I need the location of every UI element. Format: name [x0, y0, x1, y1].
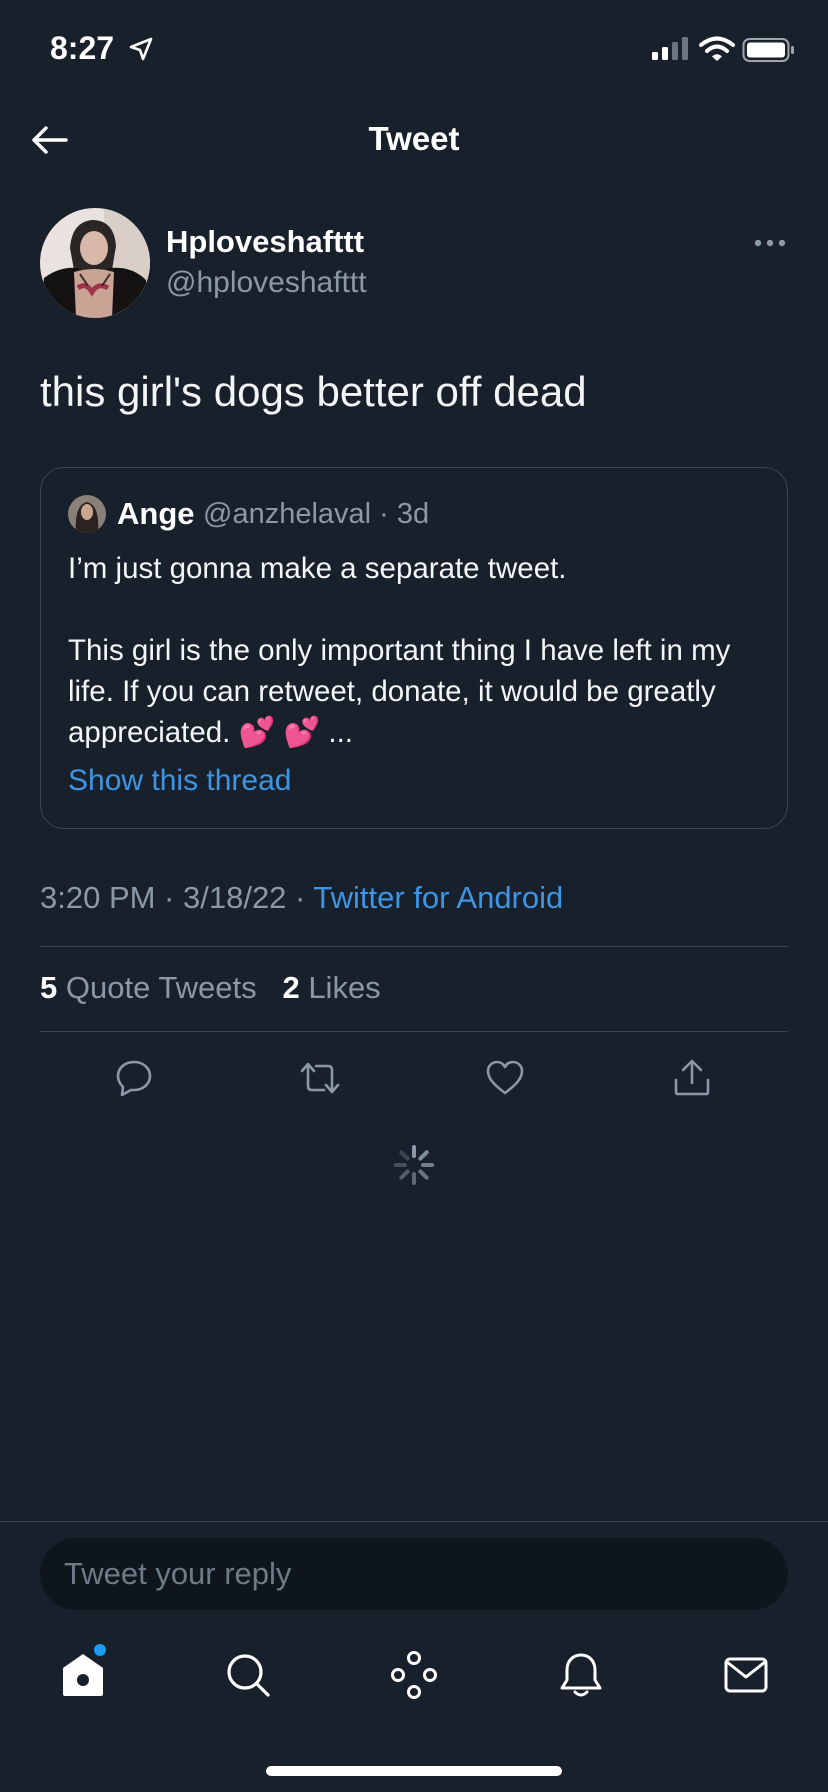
reply-icon[interactable] [114, 1058, 154, 1098]
tweet-timestamp-line: 3:20 PM · 3/18/22 · Twitter for Android [40, 880, 563, 916]
home-notification-dot [94, 1644, 106, 1656]
quoted-tweet-card[interactable]: Ange @anzhelaval · 3d I’m just gonna mak… [40, 467, 788, 829]
quoted-display-name: Ange [117, 496, 195, 531]
quoted-tweet-text: I’m just gonna make a separate tweet. Th… [68, 552, 731, 749]
display-name[interactable]: Hploveshafttt [166, 224, 364, 260]
tweet-timestamp: 3:20 PM · 3/18/22 · [40, 880, 314, 915]
show-thread-link[interactable]: Show this thread [68, 764, 291, 798]
spaces-icon[interactable] [389, 1650, 439, 1700]
home-icon[interactable] [58, 1650, 108, 1700]
likes-label: Likes [308, 970, 381, 1005]
retweet-icon[interactable] [298, 1058, 342, 1098]
tweet-source-link[interactable]: Twitter for Android [313, 880, 563, 915]
notifications-icon[interactable] [556, 1650, 606, 1700]
quoted-meta: @anzhelaval · 3d [203, 498, 430, 530]
messages-icon[interactable] [721, 1650, 771, 1700]
wifi-icon [699, 36, 735, 61]
avatar[interactable] [40, 208, 150, 318]
tweet-stats: 5 Quote Tweets 2 Likes [40, 970, 381, 1006]
search-icon[interactable] [223, 1650, 273, 1700]
battery-icon [742, 38, 794, 62]
share-icon[interactable] [672, 1058, 712, 1098]
divider [0, 1521, 828, 1522]
more-options-icon[interactable] [752, 232, 788, 254]
divider [40, 1031, 788, 1032]
location-arrow-icon [129, 37, 153, 61]
page-title: Tweet [368, 120, 460, 157]
home-indicator [266, 1766, 562, 1776]
quote-tweets-stat[interactable]: 5 Quote Tweets [40, 970, 257, 1005]
quoted-avatar [68, 495, 106, 533]
status-time: 8:27 [50, 30, 115, 66]
divider [40, 946, 788, 947]
user-handle: @hploveshafttt [166, 266, 367, 299]
cellular-signal-icon [652, 37, 688, 60]
tweet-text: this girl's dogs better off dead [40, 368, 587, 415]
heart-icon[interactable] [485, 1058, 525, 1098]
reply-input[interactable] [40, 1538, 788, 1610]
quote-tweets-count: 5 [40, 970, 58, 1005]
quote-tweets-label: Quote Tweets [65, 970, 257, 1005]
likes-count: 2 [282, 970, 300, 1005]
loading-spinner-icon [394, 1145, 434, 1185]
likes-stat[interactable]: 2 Likes [282, 970, 380, 1005]
